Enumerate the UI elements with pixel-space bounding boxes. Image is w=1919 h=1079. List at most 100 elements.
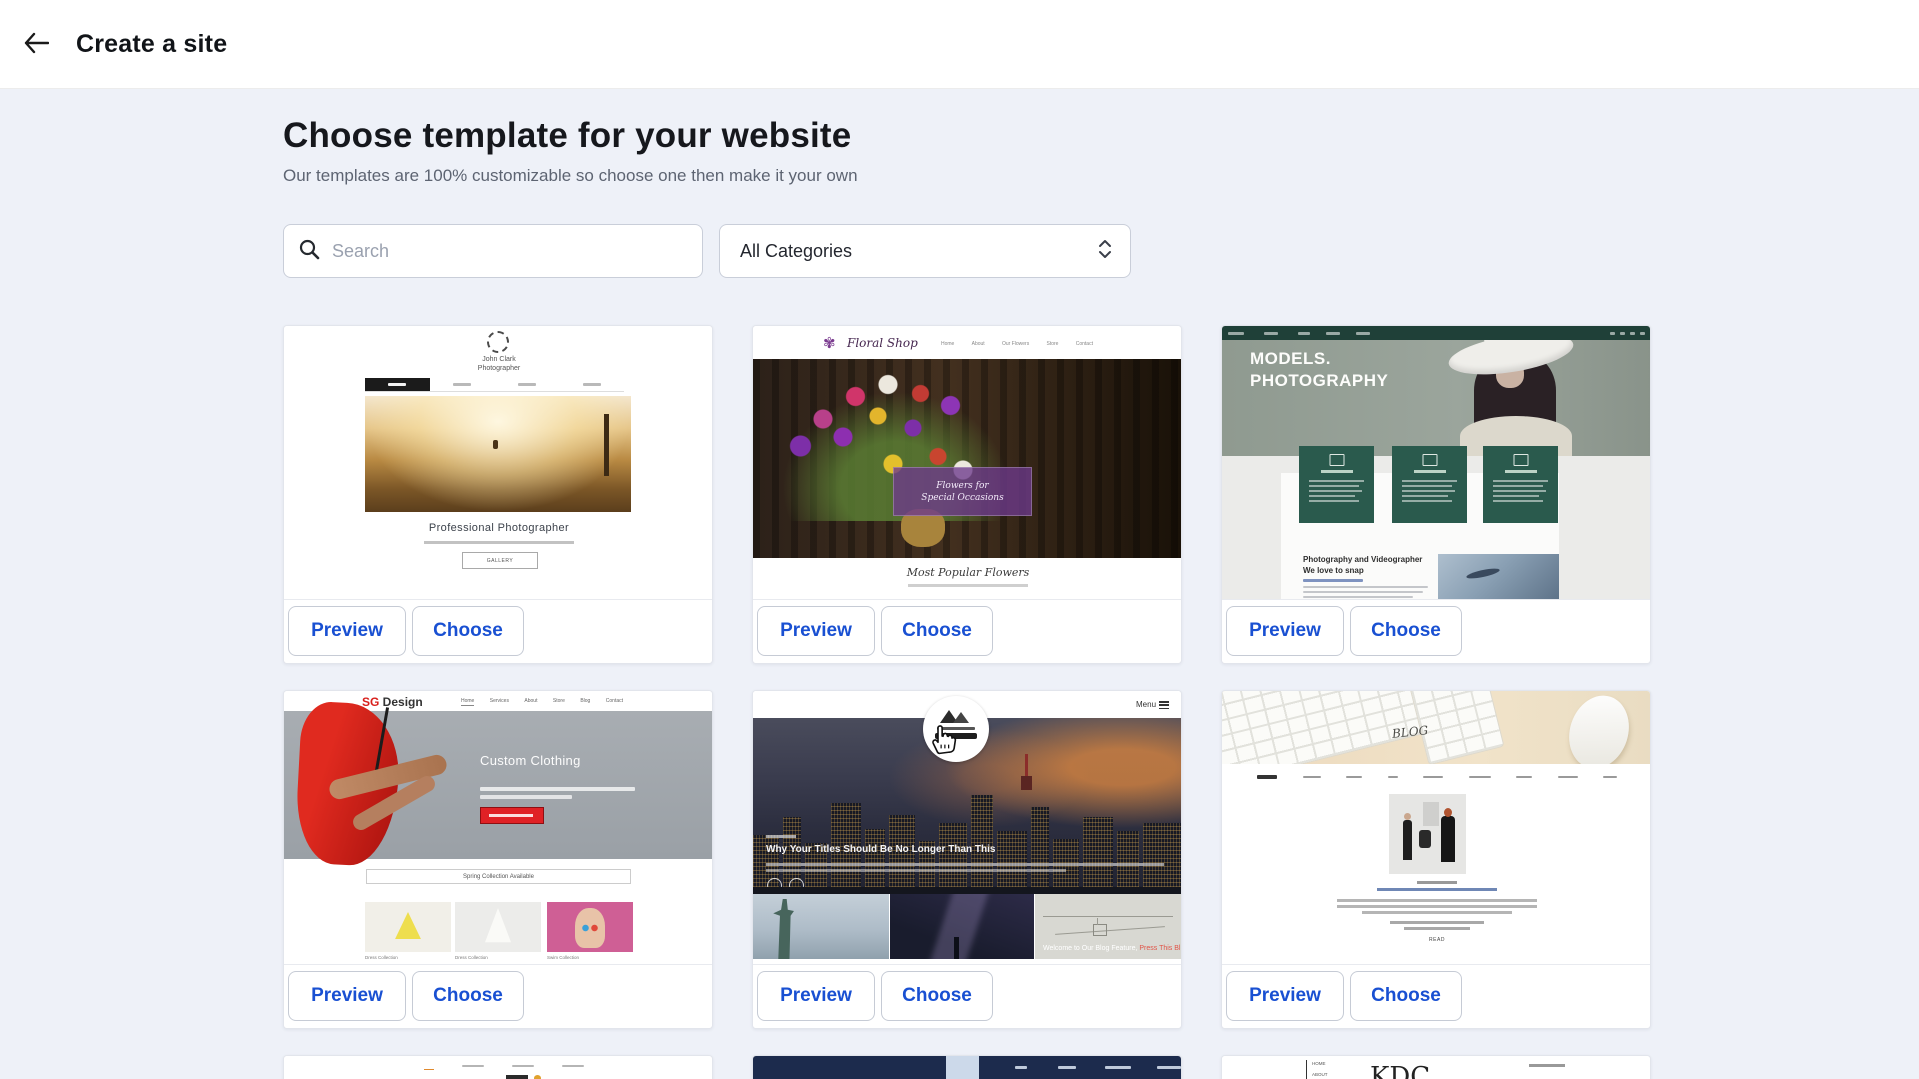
nav-item: ABOUT (1312, 1072, 1328, 1077)
template-thumbnail-travel-blog[interactable]: Menu (753, 691, 1181, 964)
template-thumbnail-partial-1[interactable] (284, 1056, 712, 1079)
mini-site-hero-image: Why Your Titles Should Be No Longer Than… (753, 718, 1181, 894)
template-card-sg-design: SG Design HomeServicesAboutStoreBlogCont… (283, 690, 713, 1029)
text-placeholder (424, 541, 574, 544)
text-placeholder (1337, 905, 1537, 908)
text-placeholder (480, 787, 635, 791)
mini-site-article-image (1438, 554, 1559, 599)
nav-item-active (424, 1062, 434, 1070)
mini-site-read-link: READ (1222, 937, 1650, 943)
text-placeholder (1404, 927, 1470, 930)
template-thumbnail-floral-shop[interactable]: ✾ Floral Shop HomeAboutOur FlowersStoreC… (753, 326, 1181, 599)
mini-site-nav: HomeAboutOur FlowersStoreContact (941, 341, 1093, 347)
mini-site-nav (365, 378, 624, 392)
text-placeholder (1362, 911, 1512, 914)
filters-row: All Categories (283, 224, 1131, 278)
mini-site-article-image (1389, 794, 1466, 874)
template-thumbnail-partial-2[interactable] (753, 1056, 1181, 1079)
top-bar: Create a site (0, 0, 1919, 89)
mini-site-section-title: Most Popular Flowers (753, 566, 1181, 579)
text-placeholder (908, 584, 1028, 587)
preview-button[interactable]: Preview (757, 606, 875, 656)
thumb-night-sky (890, 894, 1034, 959)
feature-card-image (1392, 446, 1467, 523)
image-icon (1422, 454, 1437, 466)
flower-logo-icon: ✾ (823, 334, 836, 352)
template-card-partial-1: Preview Choose (283, 1055, 713, 1079)
mini-site-logo-accent (534, 1075, 541, 1079)
template-card-photographer: John Clark Photographer Professional Pho… (283, 325, 713, 664)
mini-site-gallery-button: GALLERY (462, 552, 538, 569)
mini-site-heading: Why Your Titles Should Be No Longer Than… (766, 844, 995, 855)
create-site-page: Create a site Choose template for your w… (0, 0, 1919, 1079)
choose-button[interactable]: Choose (1350, 606, 1462, 656)
mini-site-brand-sub: Photographer (284, 365, 712, 372)
preview-button[interactable]: Preview (757, 971, 875, 1021)
mini-site-hero-image: Flowers for Special Occasions (753, 359, 1181, 558)
template-card-partial-2: Preview Choose (752, 1055, 1182, 1079)
mini-site-hero-image: Custom Clothing (284, 711, 712, 859)
mini-site-brand: Floral Shop (847, 336, 918, 350)
window-title: Create a site (76, 30, 227, 59)
card-actions: Preview Choose (284, 964, 712, 1028)
choose-button[interactable]: Choose (881, 606, 993, 656)
mini-site-logo-partial (506, 1075, 528, 1079)
card-actions: Preview Choose (1222, 599, 1650, 663)
card-actions: Preview Choose (753, 599, 1181, 663)
choose-button[interactable]: Choose (881, 971, 993, 1021)
divider (753, 887, 1181, 894)
back-button[interactable] (14, 22, 58, 66)
text-placeholder (1303, 586, 1428, 588)
mini-site-heading: Custom Clothing (480, 753, 581, 768)
product-thumb-swimsuit (547, 902, 633, 952)
mouse-graphic (1560, 691, 1638, 764)
nav-item: HOME (1312, 1061, 1326, 1066)
mini-site-heading: MODELS. PHOTOGRAPHY (1250, 348, 1388, 392)
template-thumbnail-models-photography[interactable]: MODELS. PHOTOGRAPHY (1222, 326, 1650, 599)
mini-site-nav-active-tab (946, 1056, 979, 1079)
text-placeholder (766, 835, 796, 838)
mini-site-brand: SG Design (362, 695, 423, 709)
mini-site-article-subtitle: We love to snap (1303, 566, 1364, 575)
preview-button[interactable]: Preview (288, 971, 406, 1021)
product-label: Dress Collection (365, 955, 398, 960)
mini-site-banner: Spring Collection Available (366, 869, 631, 884)
preview-button[interactable]: Preview (1226, 971, 1344, 1021)
choose-button[interactable]: Choose (412, 606, 524, 656)
text-placeholder (1303, 579, 1363, 582)
choose-button[interactable]: Choose (412, 971, 524, 1021)
template-card-floral-shop: ✾ Floral Shop HomeAboutOur FlowersStoreC… (752, 325, 1182, 664)
back-arrow-icon (23, 32, 49, 57)
category-dropdown[interactable]: All Categories (719, 224, 1131, 278)
template-card-partial-kdc: HOME ABOUT KDC Preview Choose (1221, 1055, 1651, 1079)
template-thumbnail-partial-kdc[interactable]: HOME ABOUT KDC (1222, 1056, 1650, 1079)
preview-button[interactable]: Preview (288, 606, 406, 656)
thumb-statue-of-liberty (753, 894, 889, 959)
text-placeholder (1377, 888, 1497, 891)
feature-card-camera (1483, 446, 1558, 523)
search-input[interactable] (330, 240, 688, 263)
search-box[interactable] (283, 224, 703, 278)
card-actions: Preview Choose (284, 599, 712, 663)
choose-button[interactable]: Choose (1350, 971, 1462, 1021)
card-actions: Preview Choose (753, 964, 1181, 1028)
product-thumb-yellow-dress (365, 902, 451, 952)
template-card-keyboard-blog: BLOG READ Preview Cho (1221, 690, 1651, 1029)
template-thumbnail-photographer[interactable]: John Clark Photographer Professional Pho… (284, 326, 712, 599)
mini-site-hero-image: BLOG (1222, 691, 1650, 764)
mini-site-brand: John Clark (284, 356, 712, 363)
divider (1306, 1060, 1307, 1079)
text-placeholder (766, 863, 1164, 866)
page-title: Choose template for your website (283, 116, 851, 156)
mini-site-menu-label: Menu (1136, 700, 1156, 709)
mini-site-brand: KDC (1370, 1062, 1430, 1079)
camera-icon (1513, 454, 1528, 466)
template-thumbnail-keyboard-blog[interactable]: BLOG READ (1222, 691, 1650, 964)
mini-site-cta-button (480, 807, 544, 824)
text-placeholder (480, 795, 572, 799)
preview-button[interactable]: Preview (1226, 606, 1344, 656)
template-thumbnail-sg-design[interactable]: SG Design HomeServicesAboutStoreBlogCont… (284, 691, 712, 964)
text-placeholder (1337, 899, 1537, 902)
template-card-travel-blog: Menu (752, 690, 1182, 1029)
text-placeholder (1303, 596, 1413, 598)
